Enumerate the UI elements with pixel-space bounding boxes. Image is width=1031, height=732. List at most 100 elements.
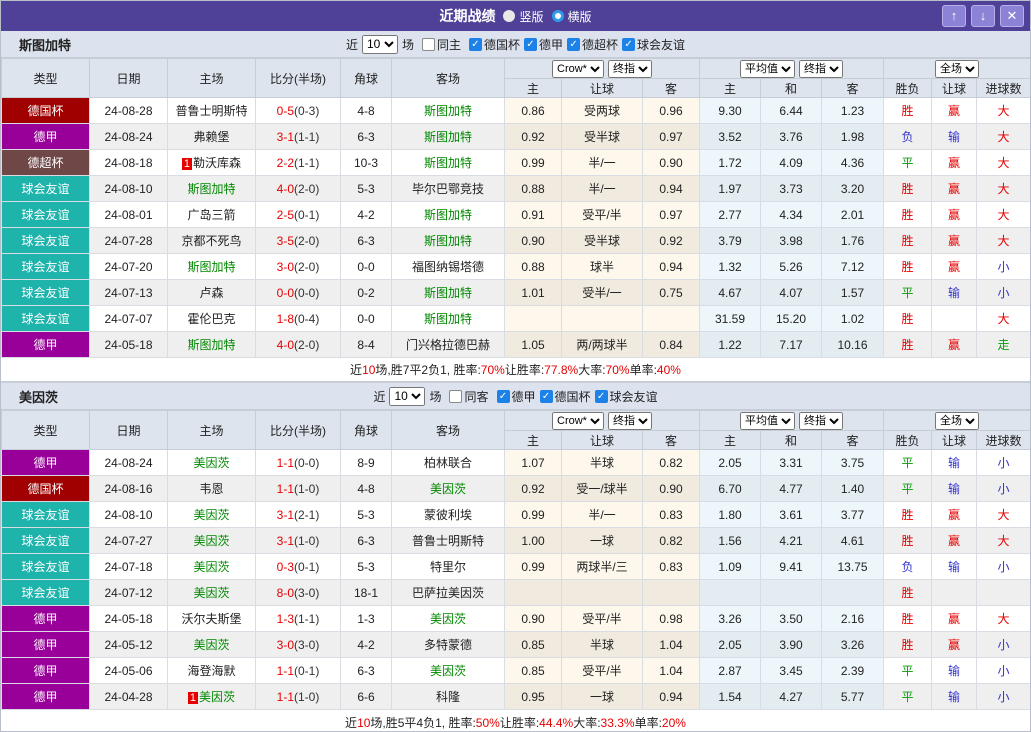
checkbox-checked-icon[interactable]: ✓ [469, 38, 482, 51]
avg-time-select[interactable]: 终指 [799, 60, 843, 78]
result-handicap: 输 [932, 280, 977, 306]
match-date: 24-05-06 [90, 658, 168, 684]
avg-away-odds: 1.02 [822, 306, 884, 332]
scroll-up-button[interactable]: ↑ [942, 5, 966, 27]
fulltime-score: 1-1 [277, 690, 294, 704]
checkbox-checked-icon[interactable]: ✓ [622, 38, 635, 51]
odds-company-select[interactable]: Crow* [552, 412, 604, 430]
crown-away-odds: 0.82 [643, 528, 700, 554]
league-filter[interactable]: ✓球会友谊 [595, 388, 658, 405]
crown-away-odds: 0.97 [643, 124, 700, 150]
result-handicap: 赢 [932, 332, 977, 358]
score-cell: 1-8(0-4) [256, 306, 341, 332]
league-badge: 德国杯 [2, 476, 90, 502]
same-venue-filter[interactable]: 同客 [449, 388, 488, 405]
home-team: 斯图加特 [187, 338, 235, 352]
avg-draw-odds: 4.07 [761, 280, 822, 306]
result-wdl: 平 [884, 150, 932, 176]
result-handicap: 赢 [932, 528, 977, 554]
odds-time-select[interactable]: 终指 [608, 60, 652, 78]
close-button[interactable]: ✕ [1000, 5, 1024, 27]
crown-home-odds: 1.05 [505, 332, 562, 358]
odds-time-select[interactable]: 终指 [608, 412, 652, 430]
crown-away-odds: 0.92 [643, 228, 700, 254]
col-date: 日期 [90, 59, 168, 98]
score-cell: 1-1(0-0) [256, 450, 341, 476]
league-filter[interactable]: ✓德超杯 [567, 36, 618, 53]
avg-odds-select[interactable]: 平均值 [740, 412, 795, 430]
checkbox-unchecked-icon[interactable] [449, 390, 462, 403]
avg-draw-odds: 9.41 [761, 554, 822, 580]
league-filter[interactable]: ✓德甲 [524, 36, 563, 53]
result-goals: 走 [977, 332, 1031, 358]
scroll-down-button[interactable]: ↓ [971, 5, 995, 27]
league-badge: 德超杯 [2, 150, 90, 176]
away-team: 毕尔巴鄂竞技 [412, 182, 484, 196]
checkbox-checked-icon[interactable]: ✓ [595, 390, 608, 403]
checkbox-checked-icon[interactable]: ✓ [567, 38, 580, 51]
avg-home-odds: 4.67 [700, 280, 761, 306]
result-handicap: 赢 [932, 632, 977, 658]
col-goals: 进球数 [977, 79, 1031, 98]
result-goals: 大 [977, 176, 1031, 202]
result-goals: 大 [977, 306, 1031, 332]
result-goals: 大 [977, 124, 1031, 150]
checkbox-checked-icon[interactable]: ✓ [524, 38, 537, 51]
same-venue-filter[interactable]: 同主 [422, 36, 461, 53]
avg-draw-odds: 3.31 [761, 450, 822, 476]
avg-away-odds: 4.36 [822, 150, 884, 176]
average-odds-selects: 平均值终指 [700, 59, 884, 79]
result-wdl: 胜 [884, 332, 932, 358]
summary-text: 近 [345, 714, 357, 731]
result-goals [977, 580, 1031, 606]
fulltime-select[interactable]: 全场 [935, 60, 979, 78]
recent-results-panel: 近期战绩 竖版 横版 ↑ ↓ ✕ 斯图加特 近 10 场 同主 [0, 0, 1031, 732]
match-row: 德甲24-05-12美因茨3-0(3-0)4-2多特蒙德0.85半球1.042.… [2, 632, 1031, 658]
home-team: 斯图加特 [187, 182, 235, 196]
title-bar: 近期战绩 竖版 横版 ↑ ↓ ✕ [1, 1, 1030, 31]
crown-home-odds: 0.85 [505, 632, 562, 658]
avg-odds-select[interactable]: 平均值 [740, 60, 795, 78]
radio-unchecked-icon[interactable] [503, 10, 515, 22]
checkbox-unchecked-icon[interactable] [422, 38, 435, 51]
halftime-score: (0-4) [294, 312, 319, 326]
match-row: 德甲24-08-24弗赖堡3-1(1-1)6-3斯图加特0.92受半球0.973… [2, 124, 1031, 150]
crown-away-odds: 1.04 [643, 658, 700, 684]
league-filter[interactable]: ✓德国杯 [540, 388, 591, 405]
league-filter[interactable]: ✓球会友谊 [622, 36, 685, 53]
avg-draw-odds: 3.90 [761, 632, 822, 658]
match-count-select[interactable]: 10 [362, 35, 398, 54]
league-badge: 德国杯 [2, 98, 90, 124]
vertical-layout-option[interactable]: 竖版 [503, 8, 543, 25]
horizontal-layout-option[interactable]: 横版 [552, 8, 592, 25]
radio-checked-icon[interactable] [552, 10, 564, 22]
home-team-cell: 斯图加特 [168, 176, 256, 202]
halftime-score: (2-0) [294, 260, 319, 274]
odds-company-select[interactable]: Crow* [552, 60, 604, 78]
fulltime-select[interactable]: 全场 [935, 412, 979, 430]
result-wdl: 平 [884, 476, 932, 502]
crown-handicap [562, 306, 643, 332]
league-filter[interactable]: ✓德甲 [497, 388, 536, 405]
crown-away-odds: 0.96 [643, 98, 700, 124]
checkbox-checked-icon[interactable]: ✓ [497, 390, 510, 403]
crown-handicap: 受平/半 [562, 606, 643, 632]
league-filter-label: 德国杯 [555, 388, 591, 405]
match-count-select[interactable]: 10 [389, 387, 425, 406]
avg-home-odds: 1.32 [700, 254, 761, 280]
avg-time-select[interactable]: 终指 [799, 412, 843, 430]
league-filter-label: 球会友谊 [637, 36, 685, 53]
avg-home-odds: 2.05 [700, 450, 761, 476]
result-goals: 小 [977, 280, 1031, 306]
corner-score: 4-2 [341, 202, 392, 228]
home-team-cell: 美因茨 [168, 528, 256, 554]
league-filter[interactable]: ✓德国杯 [469, 36, 520, 53]
away-team: 斯图加特 [424, 130, 472, 144]
away-team: 门兴格拉德巴赫 [406, 338, 490, 352]
away-team-cell: 斯图加特 [392, 228, 505, 254]
checkbox-checked-icon[interactable]: ✓ [540, 390, 553, 403]
corner-score: 8-9 [341, 450, 392, 476]
result-wdl: 胜 [884, 606, 932, 632]
near-label: 近 [346, 36, 358, 53]
crown-handicap [562, 580, 643, 606]
